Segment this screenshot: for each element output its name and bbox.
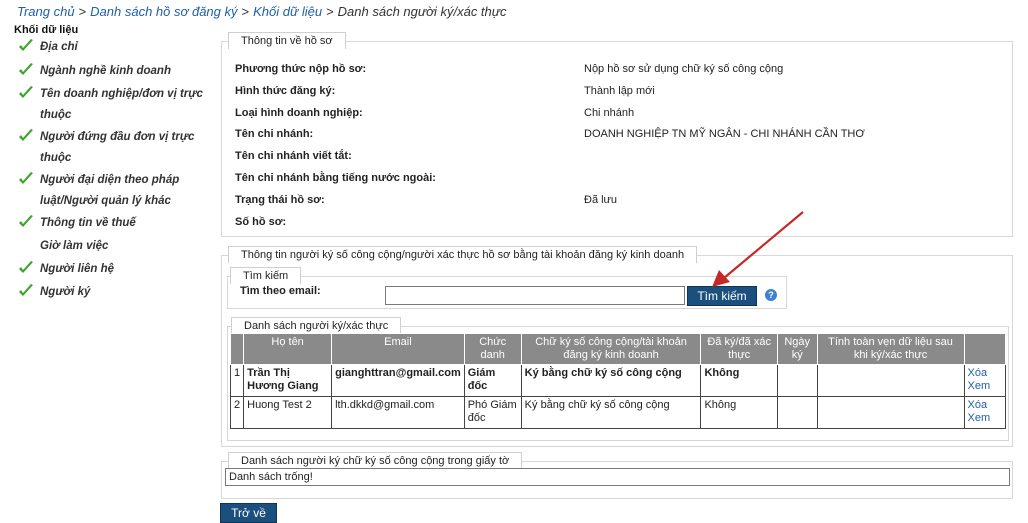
row-signature-method: Ký bằng chữ ký số công cộng — [520, 396, 702, 429]
sidebar-item-label: Thông tin về thuế — [40, 217, 136, 229]
search-legend: Tìm kiếm — [230, 267, 302, 284]
signer-list-legend: Danh sách người ký/xác thực — [231, 317, 402, 334]
info-value: DOANH NGHIỆP TN MỸ NGÂN - CHI NHÁNH CẦN … — [584, 128, 865, 140]
row-index: 2 — [229, 396, 245, 429]
row-signed: Không — [700, 396, 778, 429]
sidebar-item-unit-head[interactable]: Người đứng đầu đơn vị trực thuộc — [18, 127, 213, 169]
info-label: Trạng thái hồ sơ: — [235, 194, 325, 206]
column-header-sign-date: Ngày ký — [776, 333, 818, 365]
row-signature-method: Ký bằng chữ ký số công cộng — [520, 364, 702, 397]
table-header-row: Họ tên Email Chức danh Chữ ký số công cộ… — [229, 333, 1006, 365]
table-row: 1 Trần Thị Hương Giang gianghttran@gmail… — [229, 364, 1006, 397]
back-button[interactable]: Trở về — [220, 503, 277, 523]
sidebar-item-label: Người đại diện theo pháp luật/Người quản… — [40, 174, 180, 207]
sidebar: Khối dữ liệu Địa chỉ Ngành nghề kinh doa… — [0, 24, 218, 523]
column-header-index — [229, 333, 245, 365]
help-icon[interactable]: ? — [765, 289, 777, 301]
sidebar-item-label: Địa chỉ — [40, 41, 78, 53]
check-icon — [18, 259, 40, 277]
breadcrumb-current: Danh sách người ký/xác thực — [337, 4, 507, 19]
info-label: Tên chi nhánh viết tắt: — [235, 150, 352, 162]
info-label: Tên chi nhánh: — [235, 128, 314, 140]
breadcrumb: Trang chủ > Danh sách hồ sơ đăng ký > Khối d… — [17, 4, 507, 19]
row-integrity — [816, 396, 965, 429]
breadcrumb-home-link[interactable]: Trang chủ — [17, 4, 75, 19]
info-label: Hình thức đăng ký: — [235, 85, 336, 97]
info-label: Số hồ sơ: — [235, 216, 287, 228]
column-header-signed: Đã ký/đã xác thực — [700, 333, 778, 365]
row-name: Trần Thị Hương Giang — [243, 364, 333, 397]
column-header-actions — [963, 333, 1006, 365]
check-icon — [18, 213, 40, 231]
row-email: gianghttran@gmail.com — [331, 364, 465, 397]
column-header-name: Họ tên — [243, 333, 333, 365]
empty-check-slot — [18, 236, 40, 254]
row-title: Phó Giám đốc — [463, 396, 522, 429]
check-icon — [18, 84, 40, 102]
signers-legend: Thông tin người ký số công cộng/người xá… — [228, 246, 698, 263]
info-value: Thành lập mới — [584, 85, 655, 97]
sidebar-item-working-hours[interactable]: Giờ làm việc — [18, 236, 213, 257]
sidebar-item-tax-info[interactable]: Thông tin về thuế — [18, 213, 213, 234]
row-sign-date — [776, 396, 818, 429]
breadcrumb-block-link[interactable]: Khối dữ liệu — [253, 4, 322, 19]
sidebar-item-address[interactable]: Địa chỉ — [18, 37, 213, 58]
sidebar-item-legal-representative[interactable]: Người đại diện theo pháp luật/Người quản… — [18, 170, 213, 212]
row-actions: Xóa Xem — [963, 364, 1006, 397]
column-header-integrity: Tính toàn vẹn dữ liệu sau khi ký/xác thự… — [816, 333, 965, 365]
column-header-title: Chức danh — [463, 333, 522, 365]
info-value: Đã lưu — [584, 194, 618, 206]
table-row: 2 Huong Test 2 lth.dkkd@gmail.com Phó Gi… — [229, 396, 1006, 429]
row-index: 1 — [229, 364, 245, 397]
sidebar-title: Khối dữ liệu — [14, 24, 79, 36]
check-icon — [18, 282, 40, 300]
column-header-email: Email — [331, 333, 465, 365]
info-value: Chi nhánh — [584, 107, 635, 119]
sidebar-item-business-lines[interactable]: Ngành nghề kinh doanh — [18, 61, 213, 82]
row-name: Huong Test 2 — [243, 396, 333, 429]
signer-table: Họ tên Email Chức danh Chữ ký số công cộ… — [229, 333, 1006, 429]
column-header-signature-method: Chữ ký số công cộng/tài khoản đăng ký ki… — [520, 333, 702, 365]
info-label: Tên chi nhánh bằng tiếng nước ngoài: — [235, 172, 436, 184]
info-value: Nộp hồ sơ sử dụng chữ ký số công cộng — [584, 63, 784, 75]
delete-link[interactable]: Xóa — [968, 399, 1003, 412]
breadcrumb-separator: > — [326, 4, 334, 19]
view-link[interactable]: Xem — [968, 380, 1003, 393]
row-integrity — [816, 364, 965, 397]
info-label: Phương thức nộp hồ sơ: — [235, 63, 367, 75]
profile-info-legend: Thông tin về hồ sơ — [228, 32, 346, 49]
search-label: Tìm theo email: — [240, 285, 321, 297]
sidebar-item-label: Người ký — [40, 286, 91, 298]
sidebar-item-label: Tên doanh nghiệp/đơn vị trực thuộc — [40, 88, 203, 121]
check-icon — [18, 61, 40, 79]
row-actions: Xóa Xem — [963, 396, 1006, 429]
sidebar-item-label: Người liên hệ — [40, 263, 115, 275]
row-signed: Không — [700, 364, 778, 397]
view-link[interactable]: Xem — [968, 412, 1003, 425]
check-icon — [18, 127, 40, 145]
document-signers-legend: Danh sách người ký chữ ký số công cộng t… — [228, 452, 523, 469]
sidebar-item-company-name[interactable]: Tên doanh nghiệp/đơn vị trực thuộc — [18, 84, 213, 126]
breadcrumb-separator: > — [241, 4, 250, 19]
row-title: Giám đốc — [463, 364, 522, 397]
info-label: Loại hình doanh nghiệp: — [235, 107, 363, 119]
sidebar-item-label: Ngành nghề kinh doanh — [40, 65, 171, 77]
sidebar-item-signer[interactable]: Người ký — [18, 282, 213, 303]
row-sign-date — [776, 364, 818, 397]
breadcrumb-separator: > — [78, 4, 87, 19]
check-icon — [18, 170, 40, 188]
row-email: lth.dkkd@gmail.com — [331, 396, 465, 429]
search-button[interactable]: Tìm kiếm — [687, 286, 757, 306]
breadcrumb-list-link[interactable]: Danh sách hồ sơ đăng ký — [90, 4, 237, 19]
empty-list-message: Danh sách trống! — [225, 468, 1010, 486]
sidebar-item-contact[interactable]: Người liên hệ — [18, 259, 213, 280]
email-search-input[interactable] — [385, 286, 685, 305]
check-icon — [18, 37, 40, 55]
sidebar-item-label: Giờ làm việc — [40, 240, 109, 252]
sidebar-item-label: Người đứng đầu đơn vị trực thuộc — [40, 131, 195, 164]
delete-link[interactable]: Xóa — [968, 367, 1003, 380]
